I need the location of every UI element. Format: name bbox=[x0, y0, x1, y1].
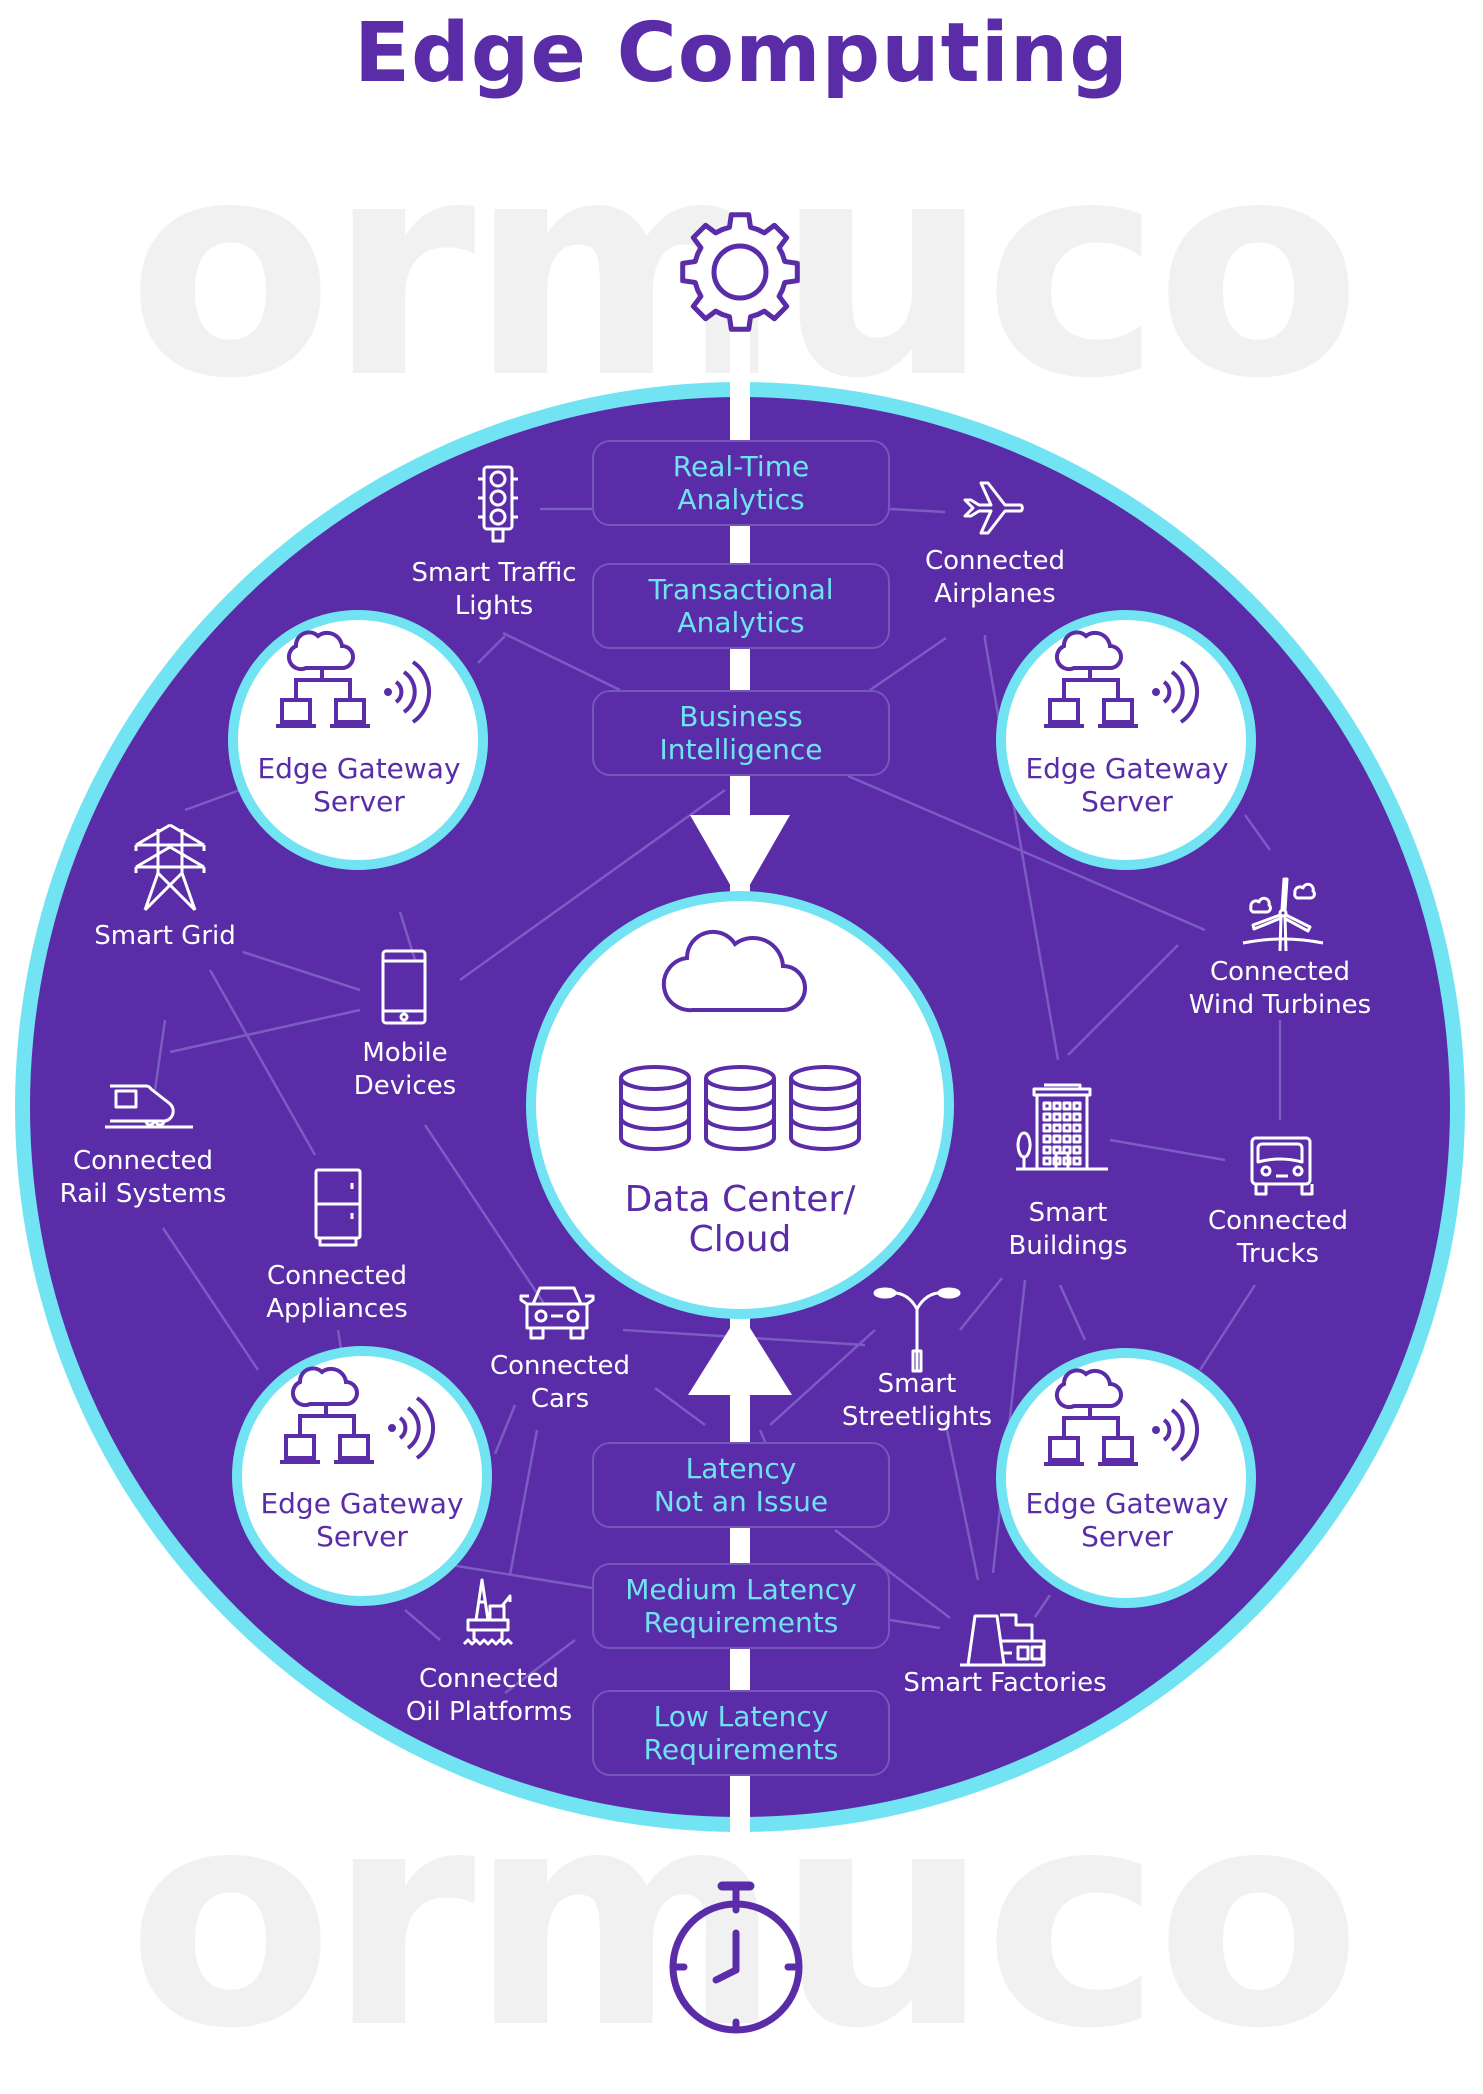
label-line: Edge Gateway bbox=[260, 1487, 464, 1520]
label-line: Wind Turbines bbox=[1188, 990, 1372, 1020]
box-line: Transactional bbox=[648, 573, 834, 606]
label-line: Buildings bbox=[1008, 1231, 1128, 1261]
label-connected-trucks: Connected Trucks bbox=[1208, 1205, 1348, 1271]
label-smart-buildings: Smart Buildings bbox=[1008, 1197, 1127, 1263]
label-line: Cars bbox=[530, 1384, 590, 1414]
label-mobile-devices: Mobile Devices bbox=[354, 1037, 456, 1103]
label-line: Data Center/ bbox=[624, 1179, 856, 1220]
label-line: Oil Platforms bbox=[405, 1697, 573, 1727]
gateway-top-left bbox=[228, 610, 488, 870]
box-latency-not-an-issue: Latency Not an Issue bbox=[592, 1442, 890, 1528]
label-line: Edge Gateway bbox=[257, 752, 461, 785]
box-line: Low Latency bbox=[653, 1700, 829, 1733]
box-real-time-analytics: Real-Time Analytics bbox=[592, 440, 890, 526]
label-connected-appliances: Connected Appliances bbox=[266, 1260, 408, 1326]
label-connected-wind-turbines: Connected Wind Turbines bbox=[1189, 956, 1371, 1022]
label-line: Smart Grid bbox=[94, 921, 236, 951]
label-line: Edge Gateway bbox=[1025, 1487, 1229, 1520]
label-line: Connected bbox=[266, 1261, 407, 1291]
label-smart-traffic-lights: Smart Traffic Lights bbox=[411, 557, 576, 623]
gateway-label-top-right: Edge Gateway Server bbox=[1025, 752, 1228, 818]
box-line: Medium Latency bbox=[625, 1573, 857, 1606]
label-line: Devices bbox=[353, 1071, 457, 1101]
box-medium-latency: Medium Latency Requirements bbox=[592, 1563, 890, 1649]
gateway-top-right bbox=[996, 610, 1256, 870]
data-center-label: Data Center/ Cloud bbox=[625, 1180, 856, 1260]
label-line: Smart Factories bbox=[903, 1668, 1107, 1698]
label-line: Rail Systems bbox=[59, 1179, 227, 1209]
label-line: Connected bbox=[1207, 1206, 1349, 1236]
label-smart-grid: Smart Grid bbox=[94, 920, 235, 953]
box-line: Requirements bbox=[643, 1606, 839, 1639]
label-line: Server bbox=[1081, 1520, 1173, 1553]
gear-icon bbox=[680, 212, 800, 332]
label-line: Smart Traffic bbox=[411, 558, 577, 588]
stopwatch-icon bbox=[669, 1881, 803, 2034]
box-line: Analytics bbox=[677, 606, 805, 639]
edge-computing-diagram: ormuco ormuco Edge Computing bbox=[0, 0, 1483, 2070]
label-line: Connected bbox=[1209, 957, 1350, 987]
label-connected-airplanes: Connected Airplanes bbox=[925, 545, 1065, 611]
label-line: Connected bbox=[489, 1351, 631, 1381]
label-line: Cloud bbox=[688, 1219, 792, 1260]
label-line: Server bbox=[316, 1520, 408, 1553]
label-line: Airplanes bbox=[934, 579, 1056, 609]
box-line: Requirements bbox=[643, 1733, 839, 1766]
label-smart-streetlights: Smart Streetlights bbox=[842, 1368, 992, 1434]
box-line: Intelligence bbox=[659, 733, 823, 766]
label-smart-factories: Smart Factories bbox=[903, 1667, 1106, 1700]
gateway-label-top-left: Edge Gateway Server bbox=[257, 752, 460, 818]
label-line: Server bbox=[313, 785, 405, 818]
label-line: Server bbox=[1081, 785, 1173, 818]
gateway-bottom-left bbox=[232, 1346, 492, 1606]
label-line: Connected bbox=[924, 546, 1066, 576]
box-line: Not an Issue bbox=[653, 1485, 829, 1518]
box-low-latency: Low Latency Requirements bbox=[592, 1690, 890, 1776]
label-line: Streetlights bbox=[841, 1402, 993, 1432]
gateway-label-bottom-left: Edge Gateway Server bbox=[260, 1487, 463, 1553]
gateway-bottom-right bbox=[996, 1348, 1256, 1608]
box-business-intelligence: Business Intelligence bbox=[592, 690, 890, 776]
label-line: Smart bbox=[1028, 1198, 1108, 1228]
label-connected-cars: Connected Cars bbox=[490, 1350, 630, 1416]
box-line: Analytics bbox=[677, 483, 805, 516]
label-line: Smart bbox=[877, 1369, 957, 1399]
box-line: Latency bbox=[685, 1452, 797, 1485]
box-line: Business bbox=[679, 700, 803, 733]
gateway-label-bottom-right: Edge Gateway Server bbox=[1025, 1487, 1228, 1553]
label-connected-rail-systems: Connected Rail Systems bbox=[60, 1145, 227, 1211]
label-line: Mobile bbox=[362, 1038, 448, 1068]
label-line: Edge Gateway bbox=[1025, 752, 1229, 785]
label-line: Connected bbox=[72, 1146, 214, 1176]
label-line: Lights bbox=[454, 591, 534, 621]
box-line: Real-Time bbox=[672, 450, 810, 483]
label-line: Trucks bbox=[1236, 1239, 1320, 1269]
box-transactional-analytics: Transactional Analytics bbox=[592, 563, 890, 649]
label-line: Appliances bbox=[266, 1294, 408, 1324]
label-connected-oil-platforms: Connected Oil Platforms bbox=[406, 1663, 572, 1729]
label-line: Connected bbox=[418, 1664, 559, 1694]
